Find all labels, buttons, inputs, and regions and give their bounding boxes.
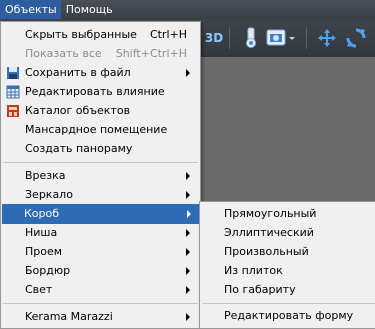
save-icon (7, 67, 19, 79)
submenu-arrow-icon (187, 210, 191, 218)
opening-item[interactable]: Проем (3, 242, 198, 262)
menu-separator (202, 303, 375, 304)
paint-icon[interactable] (240, 26, 262, 50)
rotate-icon[interactable] (345, 26, 367, 50)
menu-objects[interactable]: Объекты (0, 0, 61, 19)
table-icon (6, 85, 20, 99)
menu-help[interactable]: Помощь (61, 0, 117, 19)
box-from-tiles-item[interactable]: Из плиток (202, 261, 375, 281)
box-item[interactable]: Короб (2, 204, 199, 224)
submenu-arrow-icon (186, 229, 190, 237)
submenu-arrow-icon (186, 313, 190, 321)
mirror-item[interactable]: Зеркало (3, 185, 198, 205)
menu-separator (3, 162, 198, 163)
edit-influence-item[interactable]: Редактировать влияние (3, 82, 198, 102)
toolbar-separator (229, 27, 230, 49)
submenu-arrow-icon (186, 286, 190, 294)
submenu-arrow-icon (186, 267, 190, 275)
kerama-marazzi-item[interactable]: Kerama Marazzi (3, 307, 198, 327)
camera-icon (266, 29, 295, 46)
save-to-file-item[interactable]: Сохранить в файл (3, 63, 198, 83)
insert-item[interactable]: Врезка (3, 166, 198, 186)
submenu-arrow-icon (186, 191, 190, 199)
submenu-arrow-icon (186, 69, 190, 77)
box-arbitrary-item[interactable]: Произвольный (202, 242, 375, 262)
box-elliptical-item[interactable]: Эллиптический (202, 223, 375, 243)
box-rectangular-item[interactable]: Прямоугольный (202, 204, 375, 224)
box-by-dimensions-item[interactable]: По габариту (202, 280, 375, 300)
submenu-arrow-icon (186, 172, 190, 180)
shortcut-label: Shift+Ctrl+H (115, 47, 187, 60)
light-item[interactable]: Свет (3, 280, 198, 300)
submenu-arrow-icon (186, 248, 190, 256)
hide-selected-item[interactable]: Скрыть выбранные Ctrl+H (3, 25, 198, 45)
box-submenu: Прямоугольный Эллиптический Произвольный… (199, 201, 375, 329)
camera-dropdown-button[interactable] (266, 26, 296, 50)
move-icon[interactable] (316, 26, 338, 50)
view-3d-button[interactable]: 3D (203, 26, 225, 50)
objects-menu: Скрыть выбранные Ctrl+H Показать все Shi… (0, 21, 201, 329)
menu-bar: Объекты Помощь (0, 0, 375, 19)
toolbar-separator (306, 27, 307, 49)
object-catalog-item[interactable]: Каталог объектов (3, 101, 198, 121)
show-all-item: Показать все Shift+Ctrl+H (3, 44, 198, 64)
attic-room-item[interactable]: Мансардное помещение (3, 120, 198, 140)
border-item[interactable]: Бордюр (3, 261, 198, 281)
catalog-icon (7, 105, 19, 117)
niche-item[interactable]: Ниша (3, 223, 198, 243)
edit-shape-item[interactable]: Редактировать форму (202, 306, 375, 326)
create-panorama-item[interactable]: Создать панораму (3, 139, 198, 159)
shortcut-label: Ctrl+H (149, 28, 187, 41)
menu-separator (3, 303, 198, 304)
